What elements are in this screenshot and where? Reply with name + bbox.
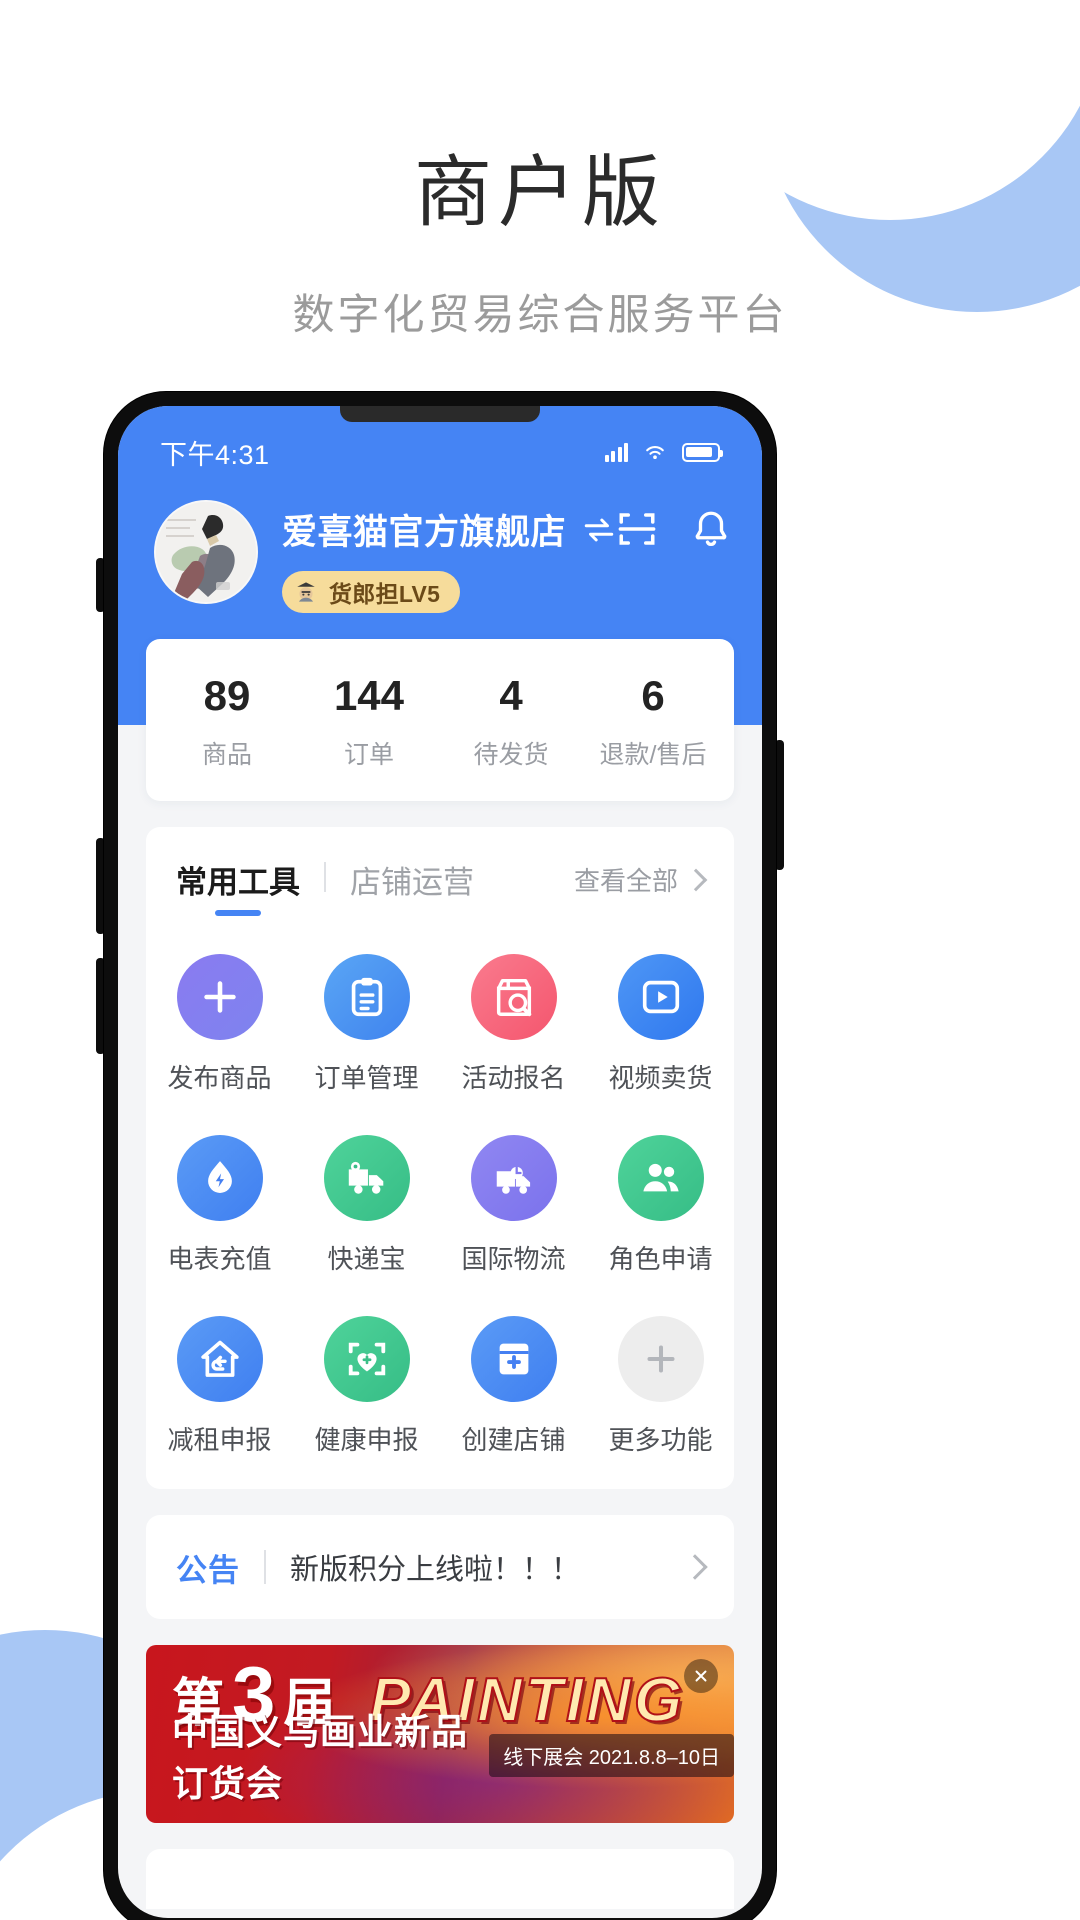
tool-label: 创建店铺 — [461, 1425, 566, 1456]
tool-label: 视频卖货 — [608, 1063, 713, 1094]
tool-item-activity-signup[interactable]: 活动报名 — [440, 940, 587, 1105]
tool-item-express-treasure[interactable]: 快递宝 — [293, 1121, 440, 1286]
tool-item-video-sales[interactable]: 视频卖货 — [587, 940, 734, 1105]
notice-divider — [264, 1550, 266, 1585]
shop-row: 爱喜猫官方旗舰店 货郎担LV5 — [154, 500, 727, 613]
tool-label: 快递宝 — [327, 1244, 406, 1275]
shop-info: 爱喜猫官方旗舰店 货郎担LV5 — [258, 500, 616, 613]
plus-icon — [176, 954, 263, 1041]
next-card-peek — [146, 1849, 734, 1910]
bell-icon[interactable] — [690, 508, 732, 550]
tools-card: 常用工具 店铺运营 查看全部 发布商品 订单管理 活动报名 视频卖货 电表充值 … — [146, 827, 734, 1490]
wifi-icon — [646, 446, 664, 460]
tool-item-meter-recharge[interactable]: 电表充值 — [146, 1121, 293, 1286]
stat-label: 退款/售后 — [599, 741, 707, 770]
tool-item-health-declaration[interactable]: 健康申报 — [293, 1302, 440, 1467]
battery-icon — [682, 442, 723, 462]
stat-label: 订单 — [343, 741, 394, 770]
tool-label: 减租申报 — [167, 1425, 272, 1456]
banner-date: 线下展会 2021.8.8–10日 — [489, 1733, 734, 1777]
shop-name: 爱喜猫官方旗舰店 — [282, 513, 567, 552]
tool-item-international-logistics[interactable]: 国际物流 — [440, 1121, 587, 1286]
scan-icon[interactable] — [616, 508, 658, 550]
level-badge[interactable]: 货郎担LV5 — [282, 571, 461, 613]
stat-label: 商品 — [201, 741, 252, 770]
tab-shop-operation[interactable]: 店铺运营 — [350, 857, 474, 916]
banner-subtitle-row: 中国义乌画业新品订货会 线下展会 2021.8.8–10日 — [172, 1703, 734, 1807]
stat-value: 89 — [203, 672, 251, 719]
notice-tag: 公告 — [176, 1552, 240, 1588]
promo-title: 商户版 — [413, 148, 666, 236]
stats-card: 89 商品 144 订单 4 待发货 6 退款/售后 — [146, 639, 734, 802]
power-drop-icon — [176, 1135, 263, 1222]
tool-label: 订单管理 — [314, 1063, 419, 1094]
page-root: 商户版 数字化贸易综合服务平台 下午4:31 爱喜猫官方旗舰店 货郎担LV5 8… — [0, 0, 1080, 1920]
stat-item-pending-shipment[interactable]: 4 待发货 — [440, 672, 582, 771]
play-icon — [617, 954, 704, 1041]
tab-common-tools[interactable]: 常用工具 — [176, 857, 300, 916]
global-truck-icon — [470, 1135, 557, 1222]
notice-card[interactable]: 公告 新版积分上线啦！！！ — [146, 1515, 734, 1620]
signal-icon — [604, 442, 628, 462]
tool-item-rent-reduction[interactable]: 减租申报 — [146, 1302, 293, 1467]
see-all-label: 查看全部 — [573, 866, 678, 897]
banner-subtitle: 中国义乌画业新品订货会 — [172, 1711, 469, 1805]
see-all-button[interactable]: 查看全部 — [573, 861, 708, 912]
tool-label: 发布商品 — [167, 1063, 272, 1094]
tool-label: 电表充值 — [167, 1244, 272, 1275]
phone-notch — [340, 406, 540, 422]
tool-item-order-management[interactable]: 订单管理 — [293, 940, 440, 1105]
promo-text-block: 商户版 数字化贸易综合服务平台 — [0, 148, 1080, 342]
phone-button-power — [775, 740, 784, 870]
tool-label: 角色申请 — [608, 1244, 713, 1275]
stat-value: 4 — [499, 672, 523, 719]
tool-grid: 发布商品 订单管理 活动报名 视频卖货 电表充值 快递宝 国际物流 角色申请 减… — [146, 940, 734, 1467]
phone-screen: 下午4:31 爱喜猫官方旗舰店 货郎担LV5 89 商品 144 订单 4 待发… — [118, 406, 762, 1918]
tool-item-publish-product[interactable]: 发布商品 — [146, 940, 293, 1105]
switch-shop-icon[interactable] — [582, 513, 616, 547]
chevron-right-icon[interactable] — [682, 1554, 708, 1580]
shop-plus-icon — [470, 1316, 557, 1403]
close-icon[interactable] — [684, 1659, 718, 1694]
promo-subtitle: 数字化贸易综合服务平台 — [292, 290, 788, 338]
box-search-icon — [470, 954, 557, 1041]
delivery-truck-icon — [323, 1135, 410, 1222]
phone-mockup: 下午4:31 爱喜猫官方旗舰店 货郎担LV5 89 商品 144 订单 4 待发… — [104, 392, 776, 1920]
tab-divider — [324, 862, 326, 893]
tool-label: 更多功能 — [608, 1425, 713, 1456]
stat-value: 144 — [333, 672, 405, 719]
tool-label: 活动报名 — [461, 1063, 566, 1094]
avatar[interactable] — [154, 500, 258, 604]
users-icon — [617, 1135, 704, 1222]
chevron-right-icon — [684, 868, 708, 892]
stat-item-products[interactable]: 89 商品 — [156, 672, 298, 771]
tool-item-role-application[interactable]: 角色申请 — [587, 1121, 734, 1286]
tool-label: 国际物流 — [461, 1244, 566, 1275]
clipboard-icon — [323, 954, 410, 1041]
stat-item-orders[interactable]: 144 订单 — [298, 672, 440, 771]
promo-banner[interactable]: 第 3 届 PAINTING 中国义乌画业新品订货会 线下展会 2021.8.8… — [146, 1645, 734, 1824]
header-actions — [616, 500, 732, 550]
status-time: 下午4:31 — [160, 439, 270, 470]
status-icon-group — [604, 439, 723, 465]
more-plus-icon — [617, 1316, 704, 1403]
shop-name-line[interactable]: 爱喜猫官方旗舰店 — [282, 504, 616, 555]
level-badge-label: 货郎担LV5 — [329, 581, 441, 607]
health-scan-icon — [323, 1316, 410, 1403]
tool-label: 健康申报 — [314, 1425, 419, 1456]
stat-value: 6 — [641, 672, 665, 719]
stat-item-refund[interactable]: 6 退款/售后 — [582, 672, 724, 771]
app-header: 爱喜猫官方旗舰店 货郎担LV5 — [118, 480, 762, 639]
notice-text: 新版积分上线啦！！！ — [290, 1554, 581, 1587]
tool-item-more[interactable]: 更多功能 — [587, 1302, 734, 1467]
tools-header: 常用工具 店铺运营 查看全部 — [146, 857, 734, 916]
house-return-icon — [176, 1316, 263, 1403]
merchant-avatar-icon — [297, 582, 315, 602]
stat-label: 待发货 — [473, 741, 549, 770]
tool-item-create-shop[interactable]: 创建店铺 — [440, 1302, 587, 1467]
